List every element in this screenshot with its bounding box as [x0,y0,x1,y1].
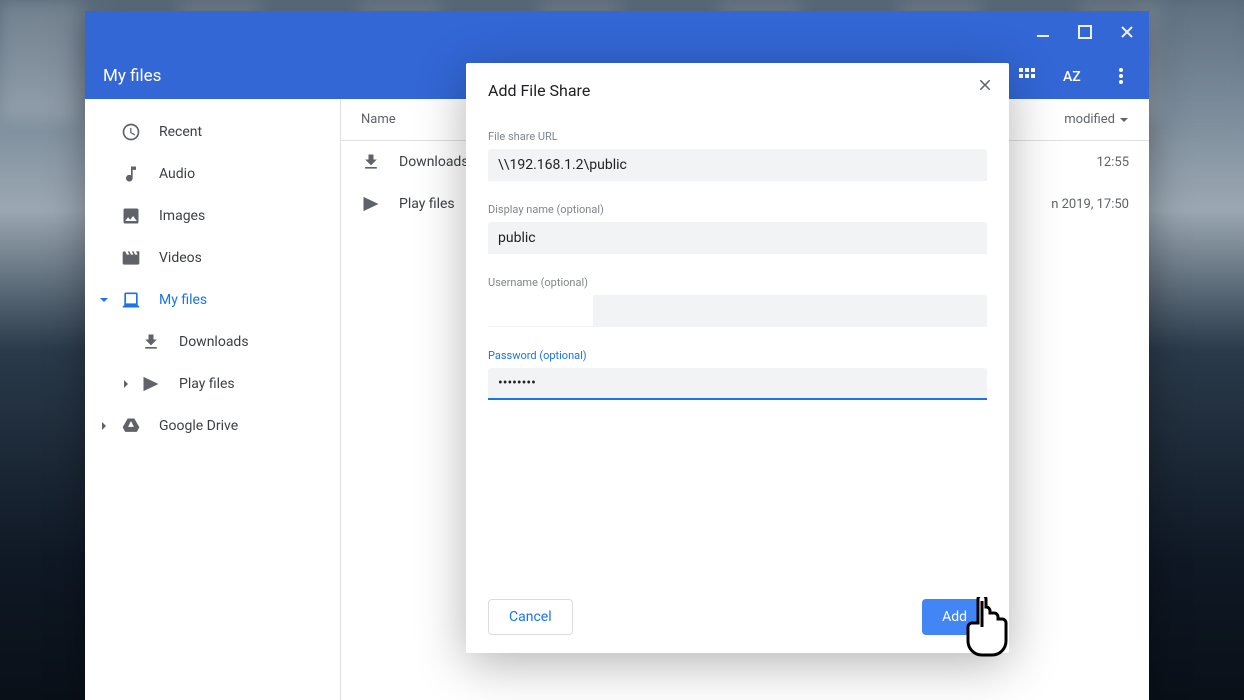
sidebar-label: Images [159,208,205,224]
window-close-button[interactable] [1113,18,1141,46]
sort-arrow-icon [1119,115,1129,125]
sidebar-item-googledrive[interactable]: Google Drive [85,405,340,447]
grid-view-icon[interactable] [1017,66,1037,86]
sidebar-label: Google Drive [159,418,238,434]
window-maximize-button[interactable] [1071,18,1099,46]
username-input[interactable] [488,295,987,327]
audio-icon [121,164,141,184]
window-minimize-button[interactable] [1029,18,1057,46]
sidebar-item-playfiles[interactable]: Play files [85,363,340,405]
username-label: Username (optional) [488,276,987,289]
dialog-title: Add File Share [488,81,987,100]
password-input[interactable] [488,368,987,400]
sidebar-item-downloads[interactable]: Downloads [85,321,340,363]
chevron-right-icon[interactable] [119,377,133,391]
sidebar-label: Audio [159,166,195,182]
sidebar-label: Downloads [179,334,249,350]
add-file-share-dialog: Add File Share File share URL Display na… [466,63,1009,653]
download-icon [141,332,161,352]
password-label: Password (optional) [488,349,987,362]
sidebar-item-images[interactable]: Images [85,195,340,237]
add-button[interactable]: Add [922,599,987,635]
sidebar-item-videos[interactable]: Videos [85,237,340,279]
sidebar: Recent Audio Images Videos My files [85,99,341,700]
sidebar-item-audio[interactable]: Audio [85,153,340,195]
image-icon [121,206,141,226]
laptop-icon [121,290,141,310]
clock-icon [121,122,141,142]
dialog-close-button[interactable] [973,73,997,97]
file-modified: n 2019, 17:50 [1051,197,1129,212]
file-modified: 12:55 [1097,155,1129,170]
chevron-right-icon[interactable] [97,419,111,433]
play-icon [141,374,161,394]
video-icon [121,248,141,268]
window-titlebar [85,11,1149,53]
sidebar-item-myfiles[interactable]: My files [85,279,340,321]
chevron-down-icon[interactable] [97,293,111,307]
sidebar-label: Recent [159,124,202,140]
play-icon [361,194,385,214]
display-name-label: Display name (optional) [488,203,987,216]
url-label: File share URL [488,130,987,143]
file-share-url-input[interactable] [488,149,987,181]
drive-icon [121,416,141,436]
sidebar-label: My files [159,292,207,308]
sort-icon[interactable]: AZ [1063,67,1085,85]
display-name-input[interactable] [488,222,987,254]
sidebar-item-recent[interactable]: Recent [85,111,340,153]
sidebar-label: Play files [179,376,235,392]
download-icon [361,152,385,172]
sidebar-label: Videos [159,250,202,266]
dialog-footer: Cancel Add [488,587,987,635]
more-options-icon[interactable] [1111,66,1131,86]
cancel-button[interactable]: Cancel [488,599,573,635]
header-actions: AZ [1017,66,1131,86]
svg-text:AZ: AZ [1063,69,1081,85]
column-modified[interactable]: modified [1064,112,1129,127]
